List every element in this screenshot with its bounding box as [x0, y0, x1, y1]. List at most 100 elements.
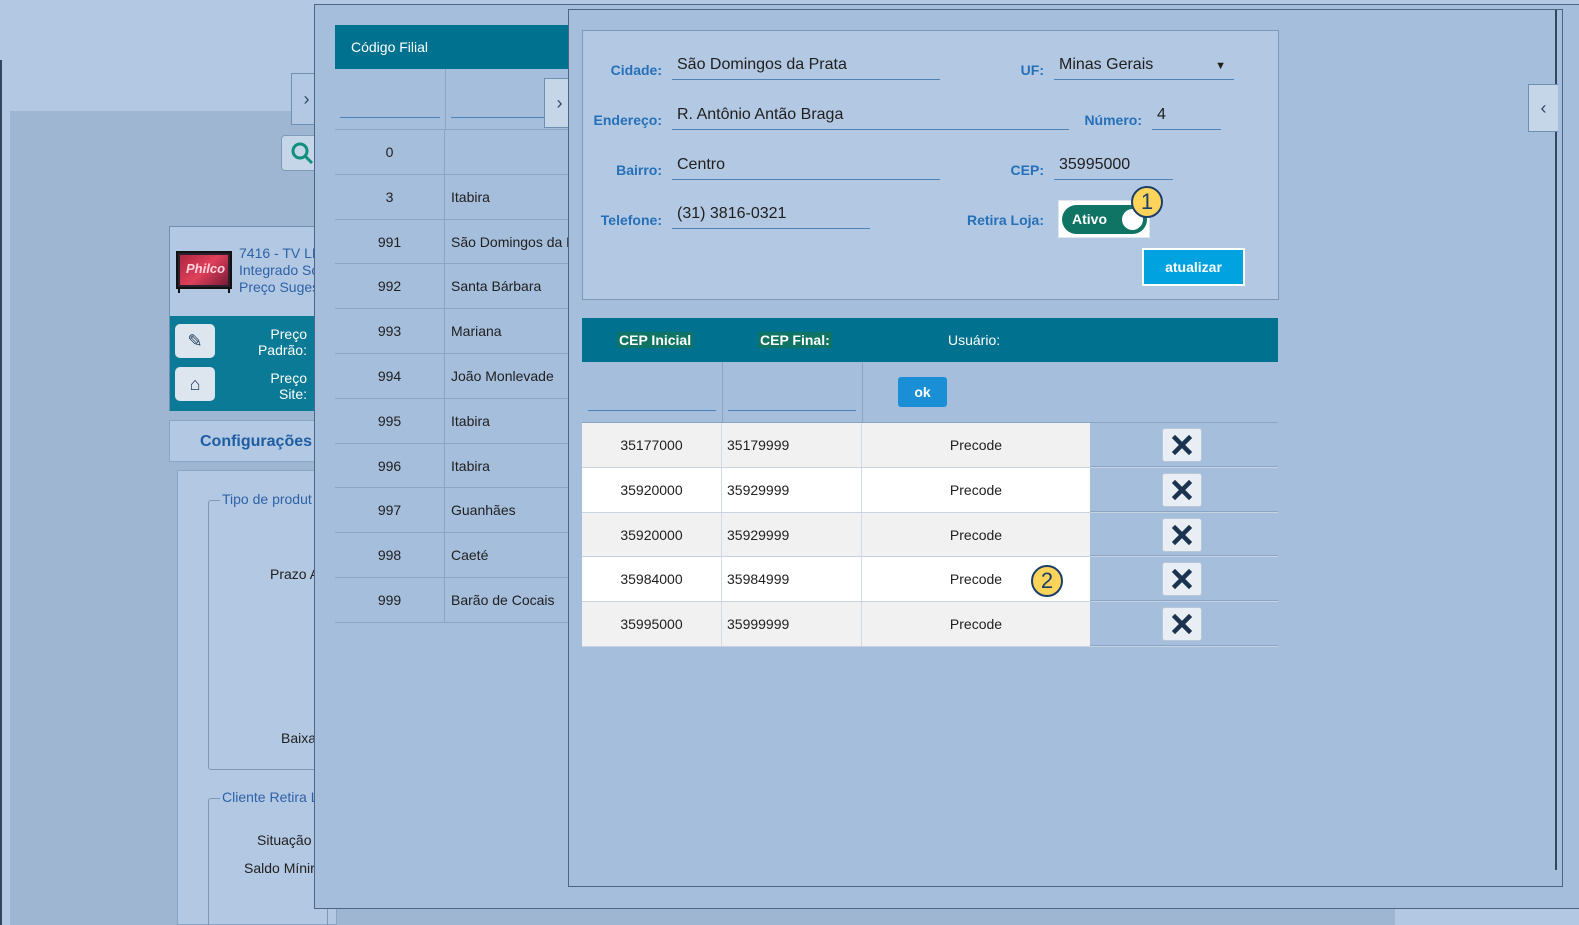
filial-code: 3 — [335, 174, 445, 219]
header-cep-final: CEP Final: — [758, 332, 832, 348]
filial-code: 997 — [335, 488, 445, 533]
collapse-right-tab[interactable]: ‹ — [1528, 84, 1558, 132]
endereco-field[interactable]: R. Antônio Antão Braga — [672, 106, 1069, 130]
cep-final-cell: 35984999 — [722, 557, 862, 602]
product-description: 7416 - TV LE Integrado So Preço Suges — [239, 245, 322, 295]
price-site-label: Preço Site: — [270, 370, 307, 402]
cep-row: 35920000 35929999 Precode — [582, 512, 1278, 558]
fieldset-legend: Cliente Retira L — [220, 789, 321, 805]
filial-table-header: Código Filial — [335, 25, 569, 69]
chevron-right-icon: › — [303, 88, 310, 109]
callout-badge-2: 2 — [1031, 565, 1063, 597]
filial-row[interactable]: 996 Itabira — [335, 443, 569, 489]
delete-row-button[interactable] — [1162, 428, 1202, 462]
filial-row[interactable]: 994 João Monlevade — [335, 353, 569, 399]
cep-final-input[interactable] — [728, 410, 856, 411]
telefone-field[interactable]: (31) 3816-0321 — [672, 205, 870, 229]
usuario-cell: Precode — [862, 467, 1090, 512]
cep-range-table: CEP Inicial CEP Final: Usuário: ok 35177… — [582, 318, 1278, 647]
filial-code: 999 — [335, 577, 445, 622]
filial-row[interactable]: 993 Mariana — [335, 309, 569, 354]
close-icon — [1172, 569, 1192, 590]
filial-code: 0 — [335, 130, 445, 174]
product-image: Philco — [176, 251, 232, 293]
cep-inicial-cell: 35920000 — [582, 512, 722, 557]
filial-code: 995 — [335, 398, 445, 443]
cep-inicial-cell: 35995000 — [582, 602, 722, 646]
filial-filter-row — [335, 69, 569, 130]
filial-city: Mariana — [451, 323, 502, 340]
price-default-label: Preço Padrão: — [257, 326, 307, 358]
cidade-field[interactable]: São Domingos da Prata — [672, 56, 940, 80]
uf-select[interactable]: Minas Gerais ▼ — [1054, 56, 1234, 80]
cidade-label: Cidade: — [610, 62, 662, 78]
close-icon — [1172, 614, 1192, 635]
filial-table: Código Filial 0 3 Itabira 991 São Domingos d… — [335, 25, 569, 625]
filial-code: 998 — [335, 533, 445, 577]
cep-final-cell: 35929999 — [722, 467, 862, 512]
close-icon — [1172, 524, 1192, 545]
telefone-label: Telefone: — [600, 212, 662, 228]
config-section-title[interactable]: Configurações F — [169, 420, 329, 462]
search-icon — [291, 142, 314, 165]
delete-row-button[interactable] — [1162, 562, 1202, 597]
cep-row: 35995000 35999999 Precode — [582, 602, 1278, 647]
cep-label: CEP: — [1010, 162, 1044, 178]
numero-field[interactable]: 4 — [1152, 106, 1221, 130]
cep-final-cell: 35999999 — [722, 602, 862, 646]
atualizar-button[interactable]: atualizar — [1142, 248, 1245, 286]
site-price-tag-icon[interactable]: ⌂ — [175, 367, 215, 401]
filial-city — [445, 130, 569, 174]
retira-loja-label: Retira Loja: — [966, 212, 1044, 228]
toggle-state-text: Ativo — [1072, 211, 1107, 227]
filial-code-filter-input[interactable] — [340, 117, 440, 118]
filial-city: Caeté — [451, 547, 489, 564]
delete-row-button[interactable] — [1162, 517, 1202, 552]
cep-inicial-input[interactable] — [588, 410, 716, 411]
filial-code: 991 — [335, 219, 445, 264]
header-usuario: Usuário: — [948, 332, 1001, 348]
usuario-cell: Precode — [862, 512, 1090, 557]
cep-filter-row: ok — [582, 362, 1278, 423]
bairro-label: Bairro: — [616, 162, 662, 178]
filial-code: 996 — [335, 443, 445, 488]
filial-code: 992 — [335, 264, 445, 309]
baixa-label: Baixa — [281, 730, 317, 746]
usuario-cell: Precode — [862, 423, 1090, 467]
cep-table-header: CEP Inicial CEP Final: Usuário: — [582, 318, 1278, 362]
uf-label: UF: — [1020, 62, 1044, 78]
ok-button[interactable]: ok — [898, 377, 947, 407]
window-edge — [0, 60, 2, 925]
filial-row[interactable]: 995 Itabira — [335, 398, 569, 444]
chevron-left-icon: ‹ — [1540, 97, 1547, 118]
cep-final-cell: 35179999 — [722, 423, 862, 467]
delete-row-button[interactable] — [1162, 472, 1202, 507]
filial-code: 994 — [335, 353, 445, 398]
endereco-label: Endereço: — [593, 112, 662, 128]
cep-inicial-cell: 35984000 — [582, 557, 722, 602]
header-cep-inicial: CEP Inicial — [617, 332, 694, 348]
filial-city: Santa Bárbara — [451, 278, 542, 295]
filial-row[interactable]: 0 — [335, 130, 569, 175]
filial-row[interactable]: 998 Caeté — [335, 533, 569, 578]
filial-city: João Monlevade — [451, 367, 554, 384]
close-icon — [1172, 435, 1192, 455]
price-tag-icon[interactable]: ✎ — [175, 324, 215, 358]
filial-city: São Domingos da P — [451, 233, 569, 250]
prazo-label: Prazo A — [270, 566, 320, 582]
filial-row[interactable]: 991 São Domingos da P — [335, 219, 569, 265]
chevron-right-icon: › — [556, 92, 563, 113]
filial-row[interactable]: 999 Barão de Cocais — [335, 577, 569, 623]
delete-row-button[interactable] — [1162, 607, 1202, 642]
filial-row[interactable]: 997 Guanhães — [335, 488, 569, 534]
fieldset-legend: Tipo de produt — [220, 491, 314, 507]
panel-edge — [1555, 10, 1557, 870]
filial-row[interactable]: 3 Itabira — [335, 174, 569, 220]
dropdown-arrow-icon: ▼ — [1215, 60, 1226, 72]
cep-field[interactable]: 35995000 — [1054, 156, 1173, 180]
cep-inicial-cell: 35177000 — [582, 423, 722, 467]
cep-final-cell: 35929999 — [722, 512, 862, 557]
saldo-label: Saldo Mínir — [244, 860, 315, 876]
bairro-field[interactable]: Centro — [672, 156, 940, 180]
filial-row[interactable]: 992 Santa Bárbara — [335, 264, 569, 310]
